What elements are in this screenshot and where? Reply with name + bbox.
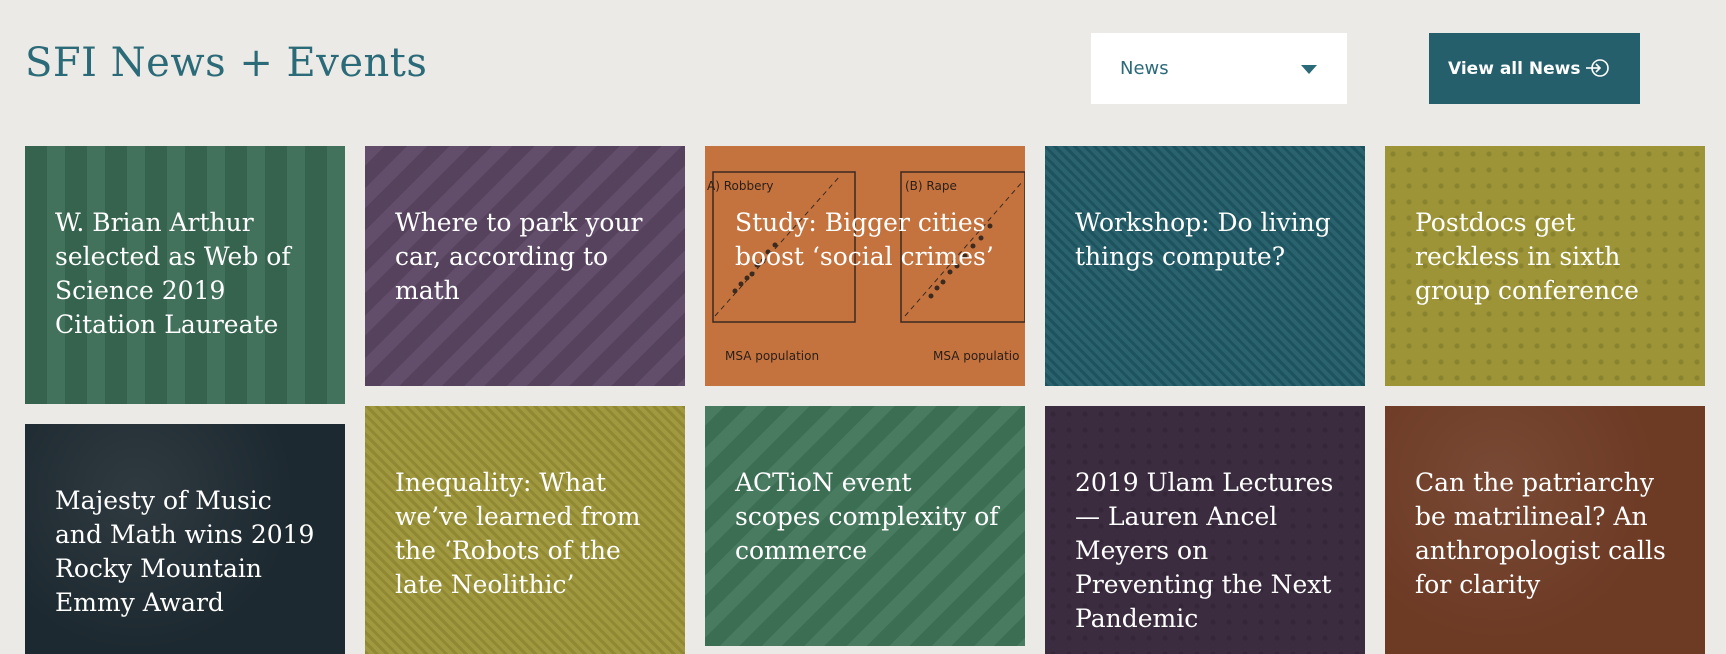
card-title: 2019 Ulam Lectures — Lauren Ancel Meyers… xyxy=(1075,468,1334,633)
news-filter-dropdown[interactable]: News xyxy=(1091,33,1347,104)
page-title: SFI News + Events xyxy=(25,40,428,86)
card-title: Workshop: Do living things compute? xyxy=(1075,208,1331,271)
news-card[interactable]: Can the patriarchy be matrilineal? An an… xyxy=(1385,406,1705,654)
card-title: Study: Bigger cities boost ‘social crime… xyxy=(735,208,994,271)
arrow-in-circle-icon xyxy=(1586,59,1609,77)
card-title: Inequality: What we’ve learned from the … xyxy=(395,468,641,599)
card-title: Postdocs get reckless in sixth group con… xyxy=(1415,208,1639,305)
card-title: ACTioN event scopes complexity of commer… xyxy=(735,468,999,565)
news-card[interactable]: Majesty of Music and Math wins 2019 Rock… xyxy=(25,424,345,654)
filter-selected-value: News xyxy=(1120,58,1169,79)
chart-label-robbery: A) Robbery xyxy=(707,179,774,193)
card-title: W. Brian Arthur selected as Web of Scien… xyxy=(55,208,291,339)
chevron-down-icon xyxy=(1301,65,1317,74)
card-title: Majesty of Music and Math wins 2019 Rock… xyxy=(55,486,315,617)
card-title: Can the patriarchy be matrilineal? An an… xyxy=(1415,468,1666,599)
news-card[interactable]: W. Brian Arthur selected as Web of Scien… xyxy=(25,146,345,404)
news-card[interactable]: Where to park your car, according to mat… xyxy=(365,146,685,386)
chart-xlabel-left: MSA population xyxy=(725,349,819,363)
chart-xlabel-right: MSA populatio xyxy=(933,349,1019,363)
news-card[interactable]: Inequality: What we’ve learned from the … xyxy=(365,406,685,654)
chart-label-rape: (B) Rape xyxy=(905,179,957,193)
view-all-news-button[interactable]: View all News xyxy=(1429,33,1640,104)
card-title: Where to park your car, according to mat… xyxy=(395,208,643,305)
news-card[interactable]: Workshop: Do living things compute? xyxy=(1045,146,1365,386)
news-card[interactable]: 2019 Ulam Lectures — Lauren Ancel Meyers… xyxy=(1045,406,1365,654)
news-card[interactable]: ACTioN event scopes complexity of commer… xyxy=(705,406,1025,646)
news-card[interactable]: Postdocs get reckless in sixth group con… xyxy=(1385,146,1705,386)
view-all-news-label: View all News xyxy=(1448,58,1581,79)
news-card[interactable]: A) Robbery (B) Rape MSA population MSA p… xyxy=(705,146,1025,386)
